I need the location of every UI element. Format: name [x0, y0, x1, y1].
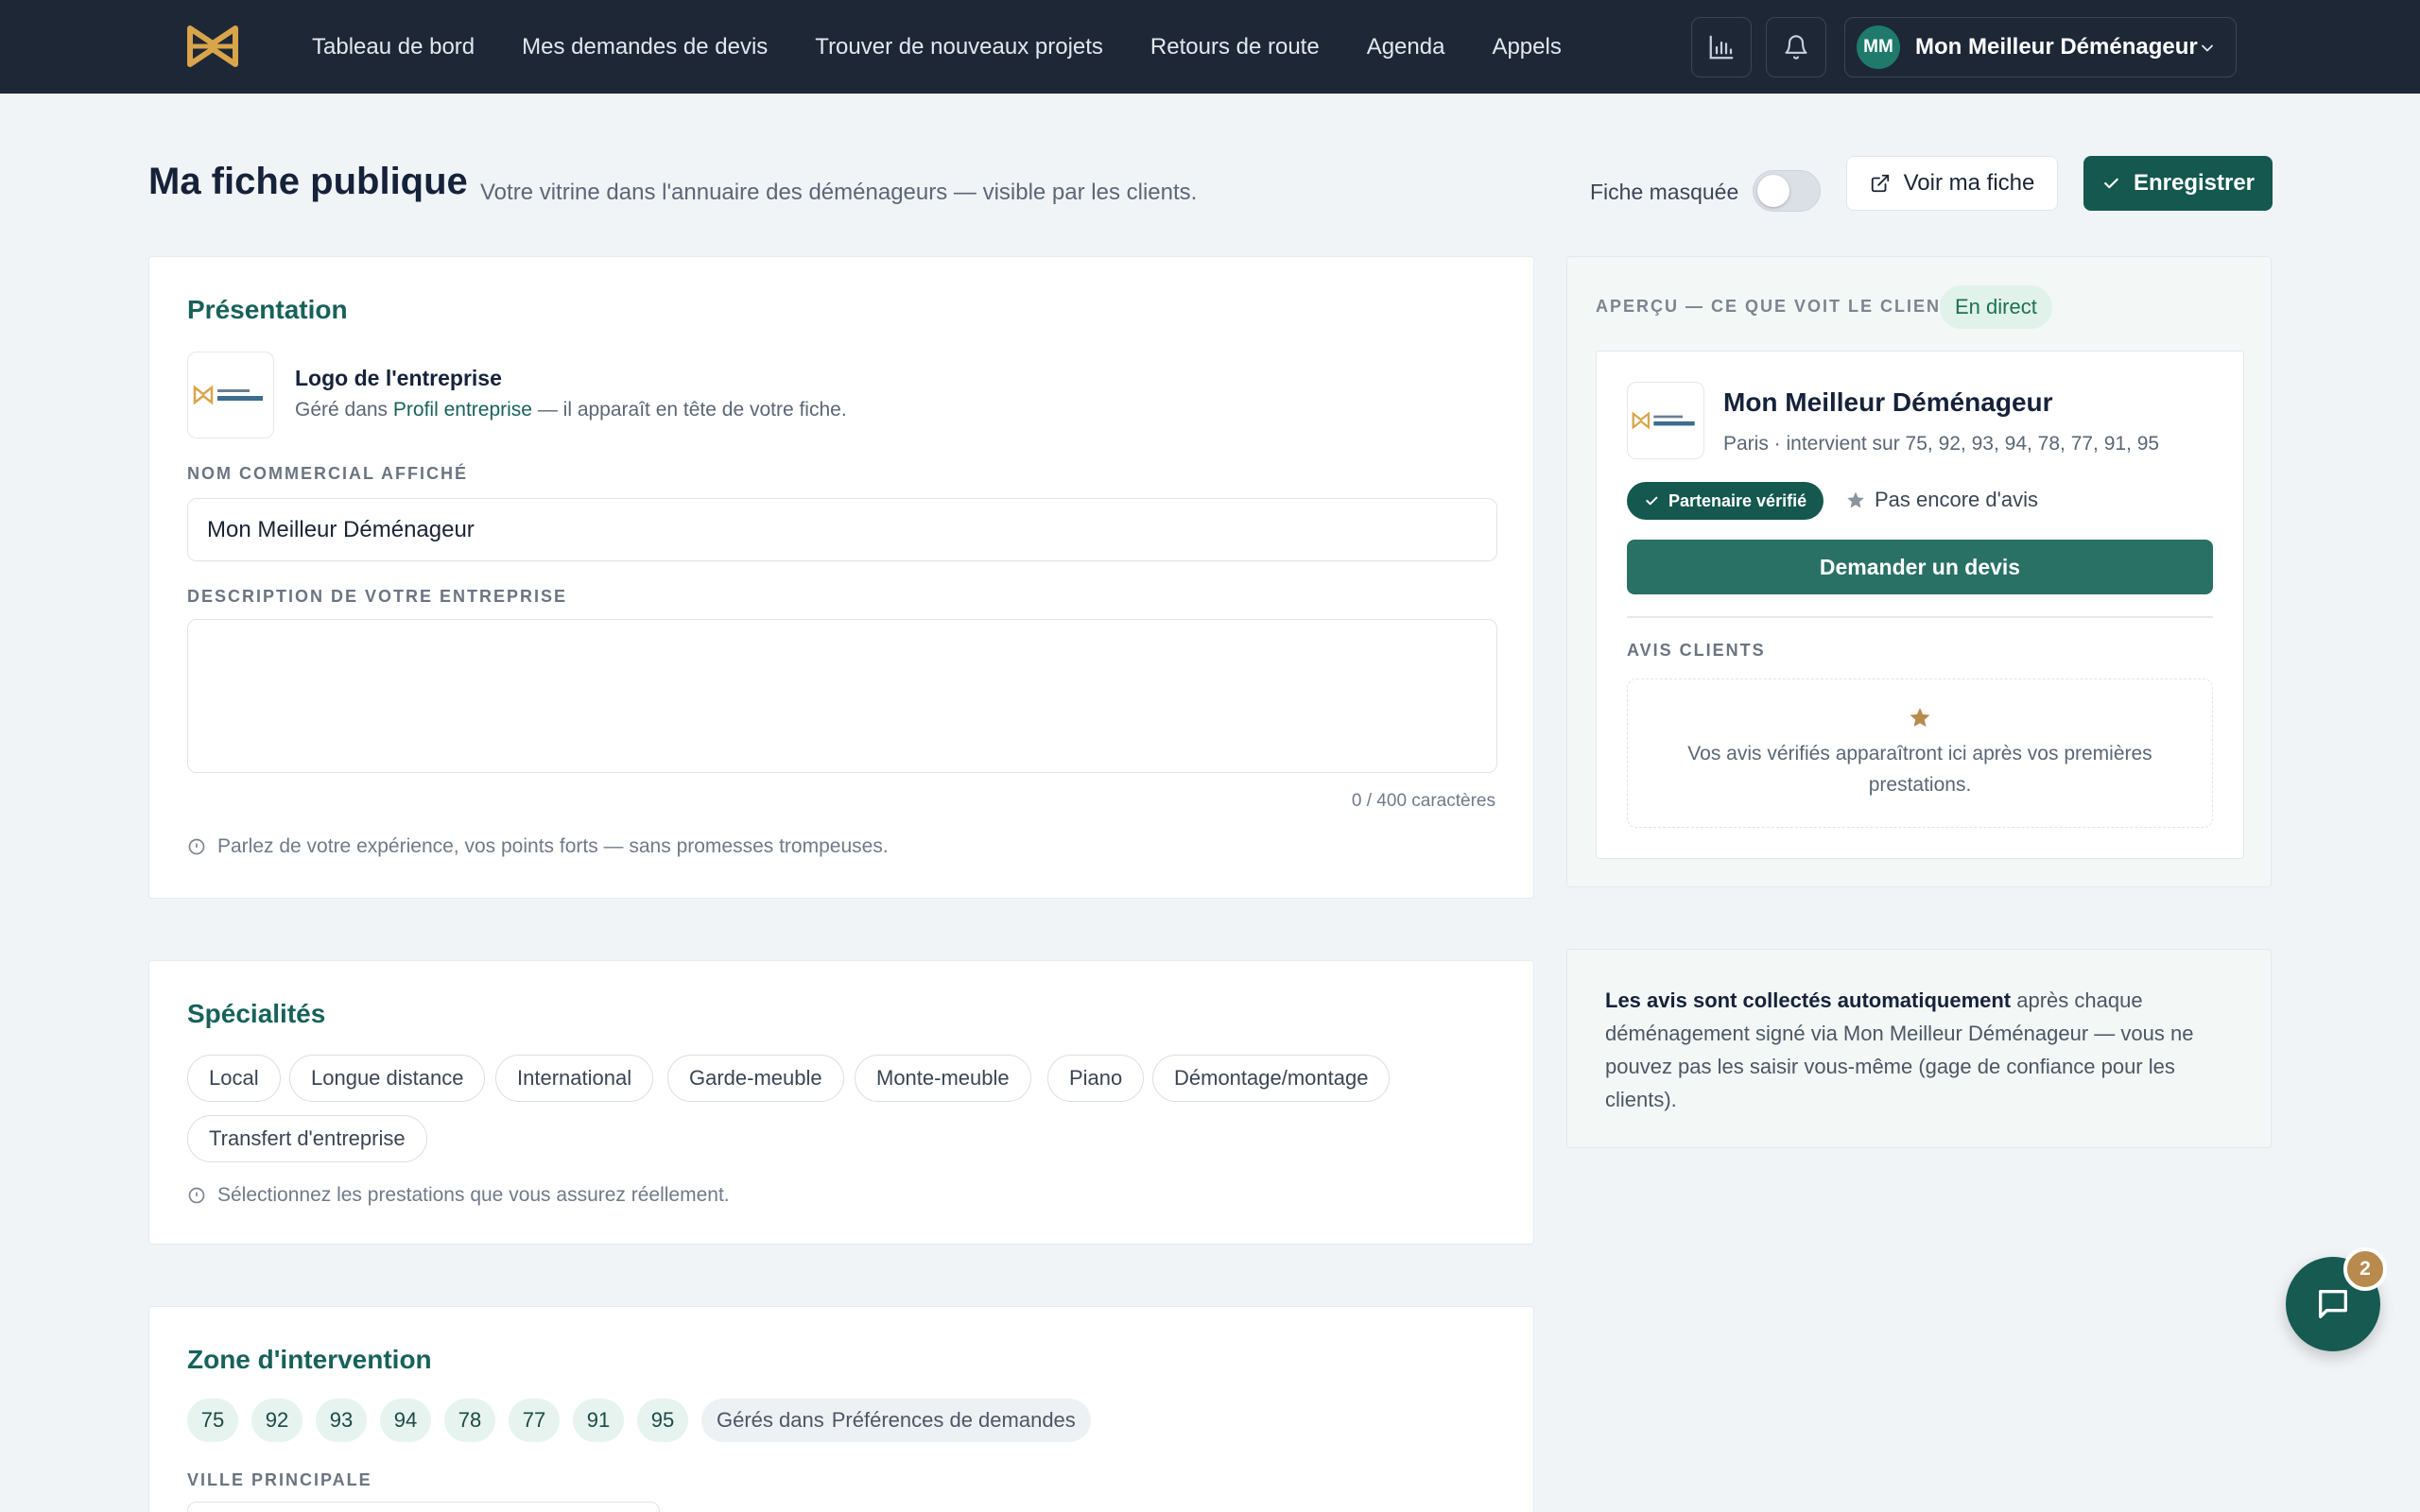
department-chip: 92	[251, 1399, 302, 1442]
company-logo-icon	[193, 385, 263, 405]
description-field-label: DESCRIPTION DE VOTRE ENTREPRISE	[187, 587, 568, 606]
page-subtitle: Votre vitrine dans l'annuaire des déména…	[480, 180, 1198, 205]
company-profile-link[interactable]: Profil entreprise	[393, 399, 532, 421]
nav-find-projects[interactable]: Trouver de nouveaux projets	[815, 34, 1103, 60]
info-bold-text: Les avis sont collectés automatiquement	[1605, 988, 2012, 1012]
reviews-title: AVIS CLIENTS	[1627, 641, 1766, 660]
specialty-chip[interactable]: Transfert d'entreprise	[187, 1115, 427, 1162]
zone-managed-note: Gérés dans Préférences de demandes	[701, 1399, 1091, 1442]
nav-agenda[interactable]: Agenda	[1367, 34, 1445, 60]
request-preferences-link[interactable]: Préférences de demandes	[832, 1408, 1076, 1433]
logo-description: Géré dans Profil entreprise — il apparaî…	[295, 399, 847, 421]
bell-icon	[1785, 35, 1807, 60]
zone-card: Zone d'intervention 75 92 93 94 78 77 91…	[148, 1306, 1534, 1512]
divider	[1627, 616, 2213, 618]
main-nav: Tableau de bord Mes demandes de devis Tr…	[312, 0, 1609, 94]
department-chip: 75	[187, 1399, 238, 1442]
name-field-label: NOM COMMERCIAL AFFICHÉ	[187, 464, 468, 483]
specialty-chip[interactable]: International	[495, 1055, 654, 1102]
company-logo-thumbnail	[187, 352, 274, 438]
hidden-toggle[interactable]	[1753, 170, 1821, 212]
logo-title: Logo de l'entreprise	[295, 366, 502, 390]
department-chip: 78	[444, 1399, 495, 1442]
company-logo-icon	[1632, 411, 1695, 430]
presentation-card: Présentation Logo de l'entreprise Géré d…	[148, 256, 1534, 899]
specialties-hint-text: Sélectionnez les prestations que vous as…	[217, 1184, 730, 1206]
chevron-down-icon	[2202, 44, 2213, 52]
reviews-empty-text: Vos avis vérifiés apparaîtront ici après…	[1687, 743, 2152, 796]
rating-summary: Pas encore d'avis	[1846, 488, 2038, 512]
toggle-knob	[1757, 175, 1789, 207]
description-hint: Parlez de votre expérience, vos points f…	[187, 835, 889, 858]
specialties-card: Spécialités Local Longue distance Intern…	[148, 960, 1534, 1245]
check-icon	[1646, 496, 1658, 506]
hidden-toggle-label: Fiche masquée	[1590, 180, 1739, 204]
star-icon	[1910, 708, 1930, 727]
chat-unread-badge: 2	[2343, 1247, 2387, 1291]
top-navbar: Tableau de bord Mes demandes de devis Tr…	[0, 0, 2420, 94]
check-icon	[2104, 178, 2118, 189]
department-chip: 91	[573, 1399, 624, 1442]
request-quote-button[interactable]: Demander un devis	[1627, 540, 2213, 594]
zone-managed-prefix: Gérés dans	[717, 1408, 824, 1432]
avatar: MM	[1857, 26, 1900, 69]
specialty-chip[interactable]: Monte-meuble	[855, 1055, 1031, 1102]
presentation-title: Présentation	[187, 295, 348, 324]
info-icon	[188, 838, 205, 855]
preview-location: Paris · intervient sur 75, 92, 93, 94, 7…	[1723, 433, 2160, 455]
info-icon	[188, 1187, 205, 1204]
preview-company-name: Mon Meilleur Déménageur	[1723, 387, 2053, 417]
specialty-chip[interactable]: Garde-meuble	[667, 1055, 844, 1102]
nav-return-trips[interactable]: Retours de route	[1150, 34, 1320, 60]
nav-calls[interactable]: Appels	[1492, 34, 1561, 60]
notifications-button[interactable]	[1766, 17, 1826, 77]
stats-button[interactable]	[1691, 17, 1752, 77]
logo-desc-after: — il apparaît en tête de votre fiche.	[537, 399, 847, 421]
logo-desc-before: Géré dans	[295, 399, 389, 421]
specialty-chip[interactable]: Piano	[1047, 1055, 1145, 1102]
preview-label: APERÇU — CE QUE VOIT LE CLIENT	[1596, 297, 1954, 316]
chat-bubble-icon	[2319, 1290, 2347, 1318]
page-title: Ma fiche publique	[148, 161, 468, 202]
bar-chart-icon	[1709, 35, 1734, 60]
save-label: Enregistrer	[2133, 170, 2256, 196]
specialties-title: Spécialités	[187, 999, 326, 1028]
view-profile-label: Voir ma fiche	[1903, 170, 2035, 196]
description-textarea[interactable]	[187, 619, 1497, 773]
verified-badge: Partenaire vérifié	[1627, 482, 1824, 520]
department-chip: 77	[509, 1399, 560, 1442]
view-profile-button[interactable]: Voir ma fiche	[1846, 156, 2058, 211]
preview-card: Mon Meilleur Déménageur Paris · intervie…	[1596, 351, 2244, 859]
char-counter: 0 / 400 caractères	[1351, 791, 1495, 811]
company-name-input[interactable]: Mon Meilleur Déménageur	[187, 498, 1497, 561]
reviews-empty-state: Vos avis vérifiés apparaîtront ici après…	[1627, 679, 2213, 828]
reviews-info-card: Les avis sont collectés automatiquement …	[1566, 949, 2272, 1148]
main-city-input[interactable]	[187, 1502, 660, 1512]
live-badge: En direct	[1940, 285, 2052, 329]
user-menu[interactable]: MM Mon Meilleur Déménageur	[1844, 17, 2237, 77]
department-chip: 93	[316, 1399, 367, 1442]
star-icon	[1847, 491, 1864, 508]
brand-logo-icon[interactable]	[186, 23, 239, 70]
external-link-icon	[1871, 174, 1889, 193]
save-button[interactable]: Enregistrer	[2083, 156, 2273, 211]
specialty-chip[interactable]: Démontage/montage	[1152, 1055, 1391, 1102]
main-city-label: VILLE PRINCIPALE	[187, 1470, 372, 1489]
department-chip: 95	[637, 1399, 688, 1442]
department-chip: 94	[380, 1399, 431, 1442]
nav-quote-requests[interactable]: Mes demandes de devis	[522, 34, 768, 60]
preview-panel: APERÇU — CE QUE VOIT LE CLIENT En direct…	[1566, 256, 2272, 887]
specialty-chip[interactable]: Local	[187, 1055, 281, 1102]
preview-logo	[1627, 382, 1704, 459]
nav-dashboard[interactable]: Tableau de bord	[312, 34, 475, 60]
description-hint-text: Parlez de votre expérience, vos points f…	[217, 835, 889, 857]
user-name: Mon Meilleur Déménageur	[1915, 34, 2198, 60]
specialties-hint: Sélectionnez les prestations que vous as…	[187, 1184, 730, 1207]
verified-label: Partenaire vérifié	[1668, 490, 1807, 510]
no-reviews-text: Pas encore d'avis	[1875, 488, 2038, 511]
specialty-chip[interactable]: Longue distance	[289, 1055, 486, 1102]
zone-title: Zone d'intervention	[187, 1345, 432, 1374]
